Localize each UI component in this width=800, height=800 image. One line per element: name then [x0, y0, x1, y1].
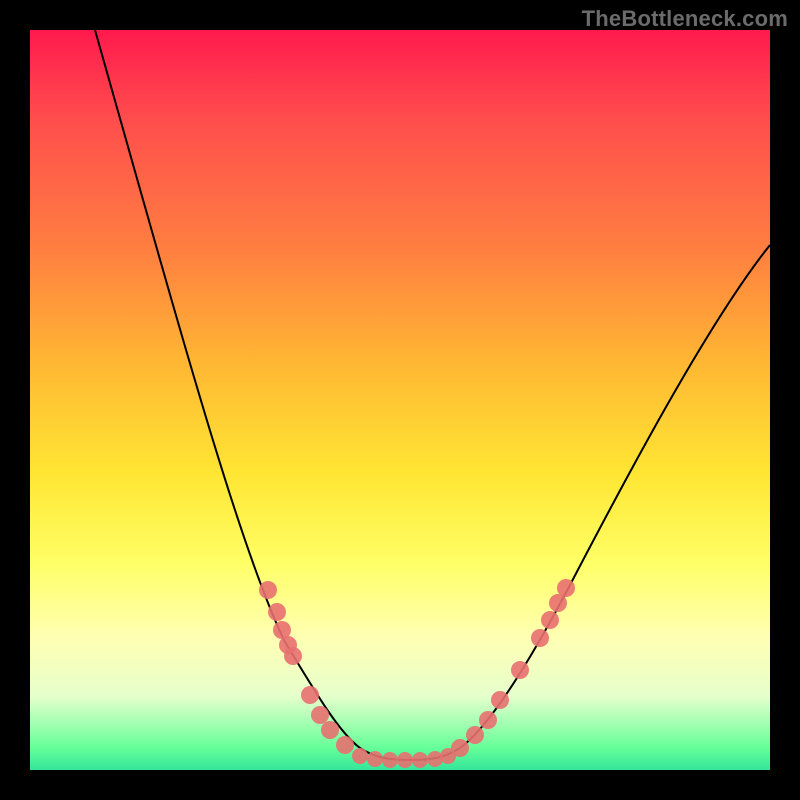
data-point — [367, 751, 383, 767]
chart-plot-area — [30, 30, 770, 770]
bottleneck-curve — [95, 30, 770, 760]
data-point — [541, 611, 559, 629]
chart-frame: TheBottleneck.com — [0, 0, 800, 800]
data-point — [511, 661, 529, 679]
data-point — [440, 748, 456, 764]
data-point — [557, 579, 575, 597]
data-point — [397, 752, 413, 768]
data-point — [336, 736, 354, 754]
data-point — [479, 711, 497, 729]
data-point — [382, 752, 398, 768]
chart-svg — [30, 30, 770, 770]
data-point — [531, 629, 549, 647]
data-point — [311, 706, 329, 724]
data-point — [321, 721, 339, 739]
data-dots — [259, 579, 575, 768]
data-point — [301, 686, 319, 704]
data-point — [491, 691, 509, 709]
data-point — [284, 647, 302, 665]
data-point — [259, 581, 277, 599]
data-point — [466, 726, 484, 744]
data-point — [352, 748, 368, 764]
watermark-text: TheBottleneck.com — [582, 6, 788, 32]
data-point — [412, 752, 428, 768]
data-point — [268, 603, 286, 621]
